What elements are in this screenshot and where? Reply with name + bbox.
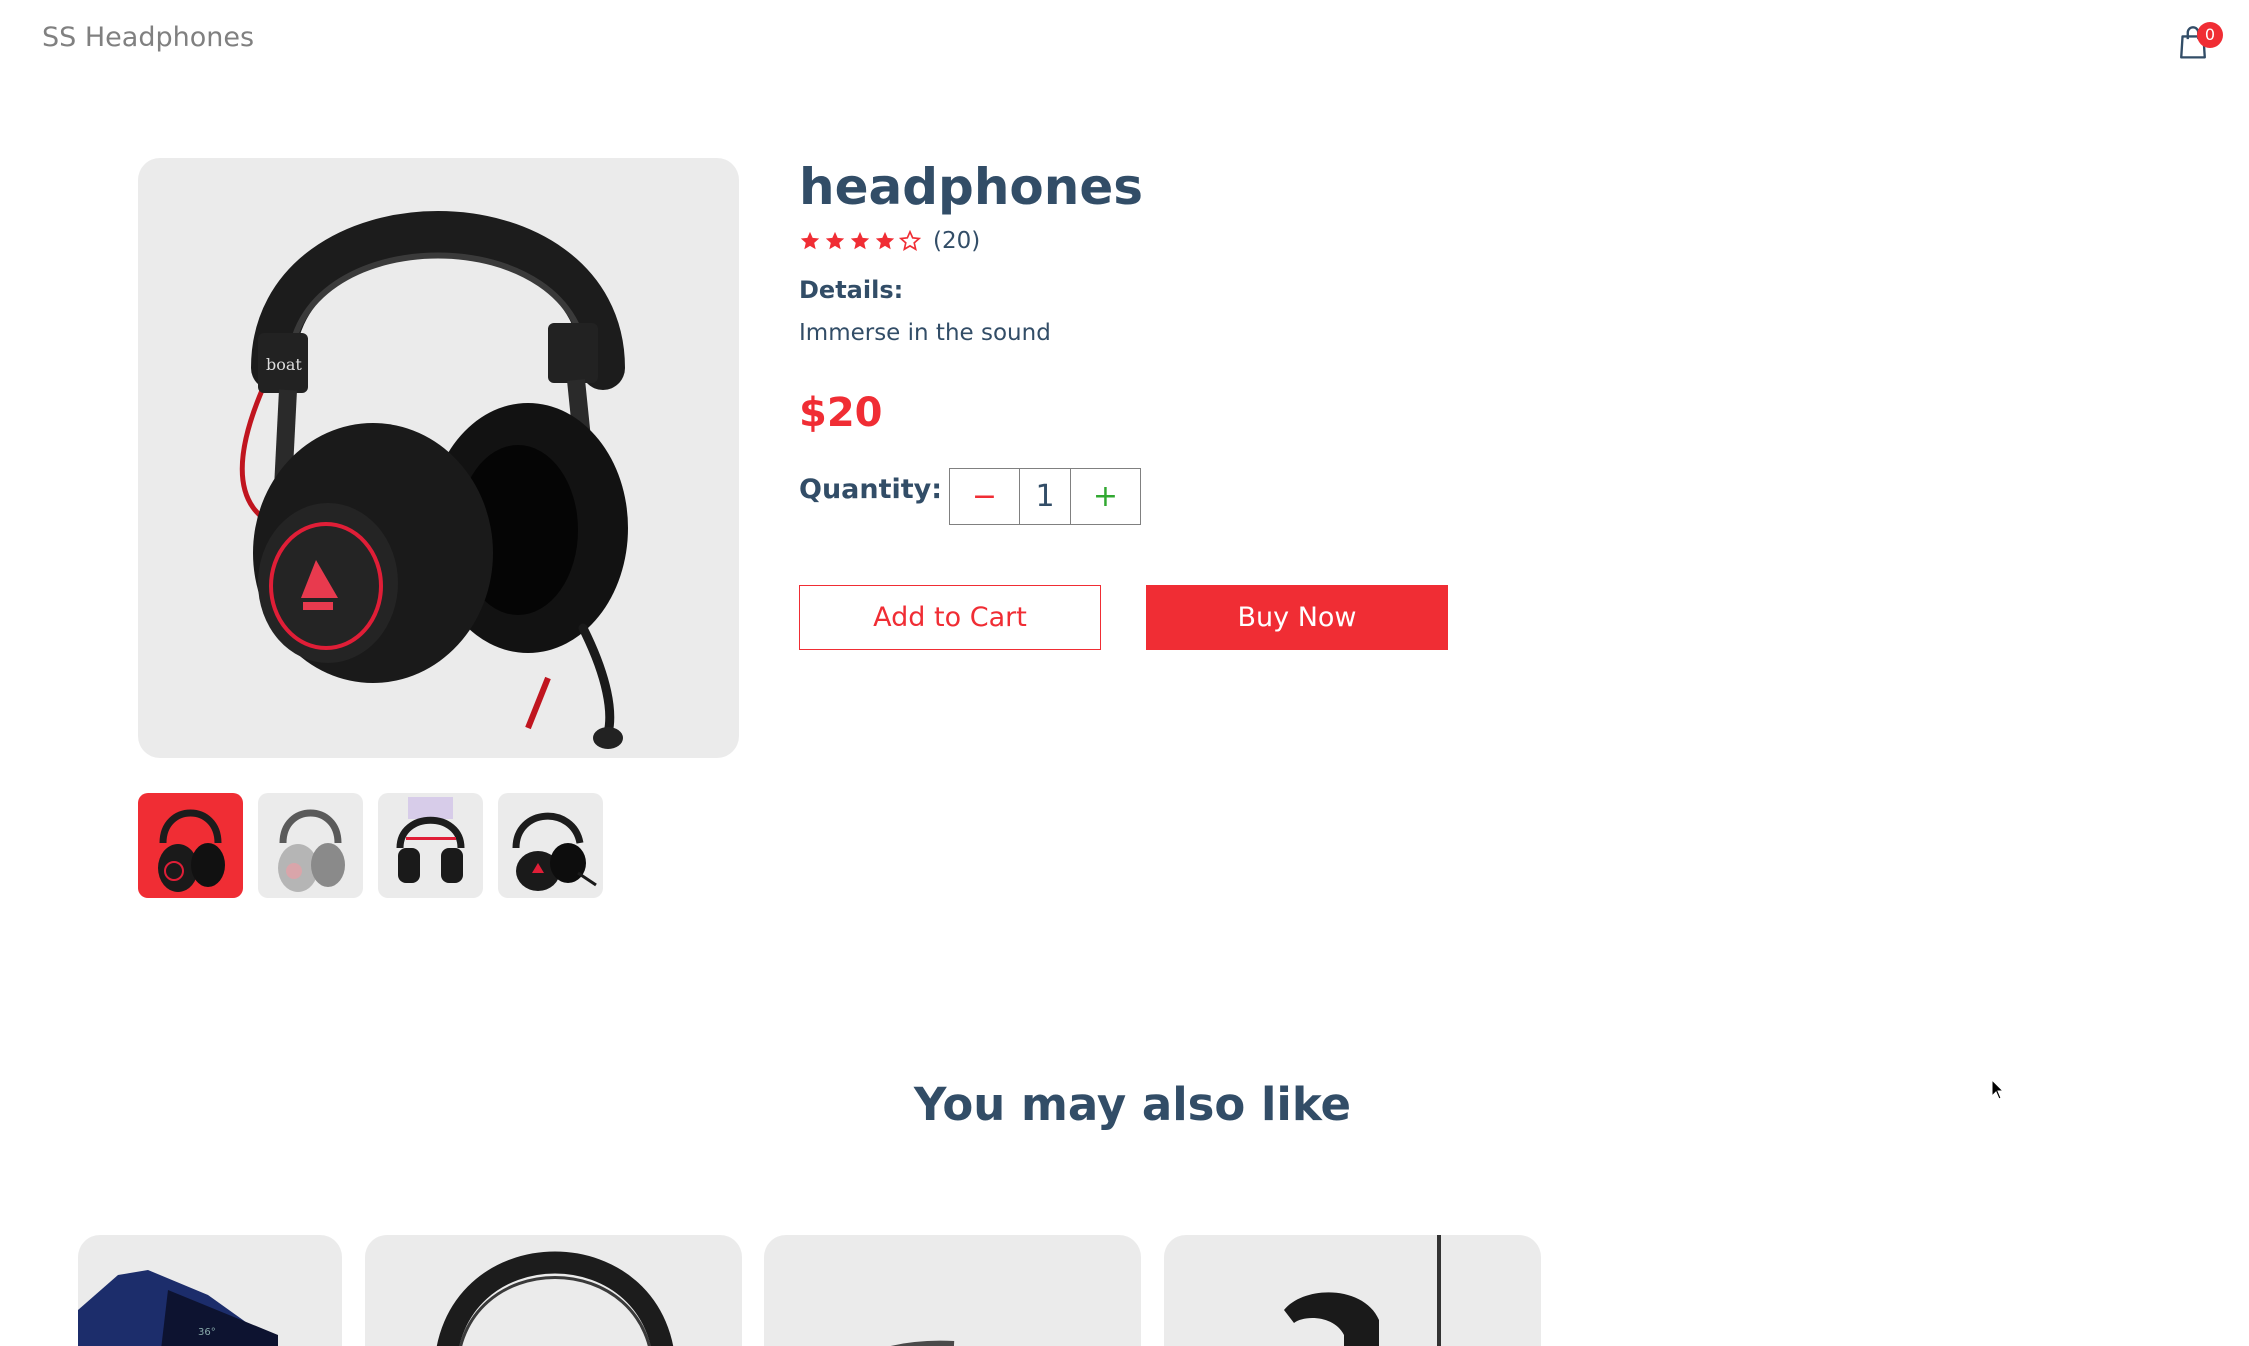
mouse-cursor-icon — [1991, 1079, 2005, 1100]
star-empty-icon — [899, 230, 921, 251]
product-price: $20 — [799, 390, 883, 436]
earphone-image — [1284, 1235, 1441, 1346]
speaker-image — [890, 1340, 955, 1346]
site-logo[interactable]: SS Headphones — [42, 22, 254, 53]
svg-text:36°: 36° — [198, 1327, 216, 1338]
star-rating — [799, 230, 921, 252]
thumbnail-2[interactable] — [258, 793, 363, 898]
review-count: (20) — [933, 228, 981, 254]
recommended-product-card[interactable] — [365, 1235, 742, 1346]
headphone-image: boat — [239, 211, 628, 749]
recommended-product-card[interactable] — [1164, 1235, 1541, 1346]
star-filled-icon — [875, 231, 895, 250]
headphone-image — [437, 1251, 673, 1346]
product-title: headphones — [799, 158, 1144, 216]
rating-row: (20) — [799, 228, 980, 254]
details-heading: Details: — [799, 276, 904, 304]
recommended-product-card[interactable] — [764, 1235, 1141, 1346]
headphone-thumbnail-icon — [278, 809, 345, 892]
details-text: Immerse in the sound — [799, 320, 1051, 346]
cart-button[interactable]: 0 — [2177, 22, 2223, 60]
quantity-stepper: − 1 + — [949, 468, 1141, 525]
smartwatch-image: 36° — [78, 1270, 278, 1346]
star-filled-icon — [800, 231, 820, 250]
svg-text:boat: boat — [266, 355, 302, 374]
product-main-image: boat — [138, 158, 739, 758]
star-filled-icon — [825, 231, 845, 250]
cart-count-badge: 0 — [2197, 22, 2223, 48]
quantity-label: Quantity: — [799, 474, 943, 505]
add-to-cart-button[interactable]: Add to Cart — [799, 585, 1101, 650]
headphone-thumbnail-icon — [512, 812, 597, 891]
thumbnail-strip — [138, 793, 603, 898]
thumbnail-4[interactable] — [498, 793, 603, 898]
increase-quantity-button[interactable]: + — [1070, 469, 1140, 524]
decrease-quantity-button[interactable]: − — [950, 469, 1020, 524]
star-filled-icon — [850, 231, 870, 250]
product-page: SS Headphones 0 boat headphones (20) Det… — [0, 0, 2249, 1346]
buy-now-button[interactable]: Buy Now — [1146, 585, 1448, 650]
quantity-value: 1 — [1035, 479, 1055, 514]
thumbnail-1[interactable] — [138, 793, 243, 898]
headphone-thumbnail-icon — [396, 797, 465, 883]
headphone-thumbnail-icon — [158, 809, 225, 892]
thumbnail-3[interactable] — [378, 793, 483, 898]
recommended-product-card[interactable]: 36° — [78, 1235, 342, 1346]
section-title: You may also like — [913, 1078, 1352, 1131]
